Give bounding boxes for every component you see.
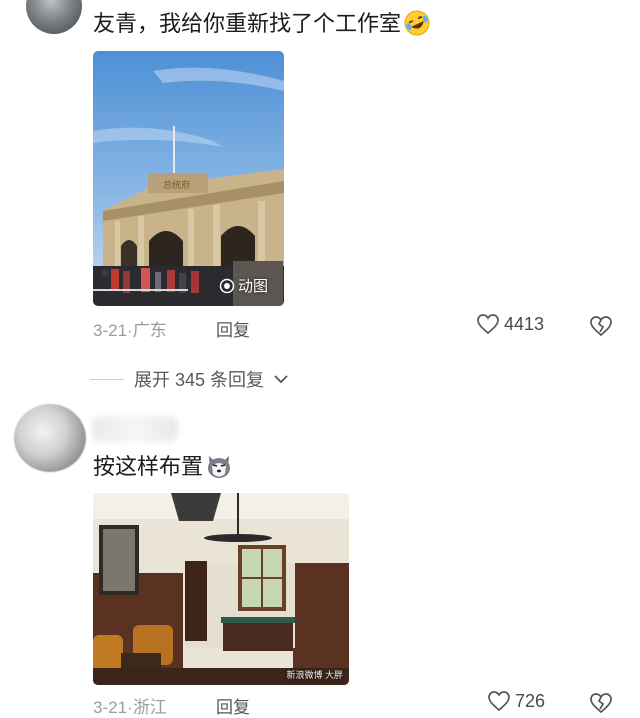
avatar[interactable] <box>14 404 86 472</box>
svg-text:总统府: 总统府 <box>163 179 190 190</box>
heart-icon <box>477 314 499 335</box>
comment-text-content: 按这样布置 <box>93 454 204 479</box>
husky-face-emoji-icon <box>208 456 231 478</box>
comment-image-building[interactable]: 总统府 动图 <box>93 51 284 306</box>
avatar[interactable] <box>26 0 82 34</box>
comment-text: 友青，我给你重新找了个工作室 <box>93 9 431 39</box>
gif-badge-label: 动图 <box>237 278 268 295</box>
comment-location: 广东 <box>132 321 167 340</box>
office-photo <box>93 493 349 685</box>
comment-date: 3-21 <box>93 698 128 717</box>
building-photo: 总统府 <box>93 51 284 306</box>
like-count: 726 <box>515 690 546 711</box>
comment-date: 3-21 <box>93 321 128 340</box>
comment-meta: 3-21·广东 <box>93 316 167 341</box>
gif-badge: 动图 <box>219 275 268 296</box>
rolling-laughing-emoji-icon <box>404 10 430 36</box>
like-button[interactable]: 726 <box>487 690 545 712</box>
comment-text-content: 友青，我给你重新找了个工作室 <box>93 11 402 36</box>
like-count: 4413 <box>504 313 545 334</box>
expand-replies-button[interactable]: 展开 345 条回复 <box>90 366 288 392</box>
chevron-down-icon <box>274 375 288 384</box>
reply-button[interactable]: 回复 <box>216 316 250 341</box>
animated-image-icon <box>219 278 235 293</box>
broken-heart-icon[interactable] <box>588 691 614 715</box>
comment-meta: 3-21·浙江 <box>93 693 167 718</box>
blurred-username[interactable] <box>92 416 178 442</box>
comment-text: 按这样布置 <box>93 452 233 482</box>
comment-image-office[interactable]: 新浪微博 大胖 <box>93 493 349 685</box>
image-watermark: 新浪微博 大胖 <box>286 670 343 680</box>
divider-line <box>90 378 124 380</box>
expand-replies-label: 展开 345 条回复 <box>134 370 265 390</box>
broken-heart-icon[interactable] <box>588 314 614 338</box>
comment-location: 浙江 <box>132 698 167 717</box>
reply-button[interactable]: 回复 <box>216 693 250 718</box>
heart-icon <box>488 691 510 712</box>
like-button[interactable]: 4413 <box>476 313 544 335</box>
